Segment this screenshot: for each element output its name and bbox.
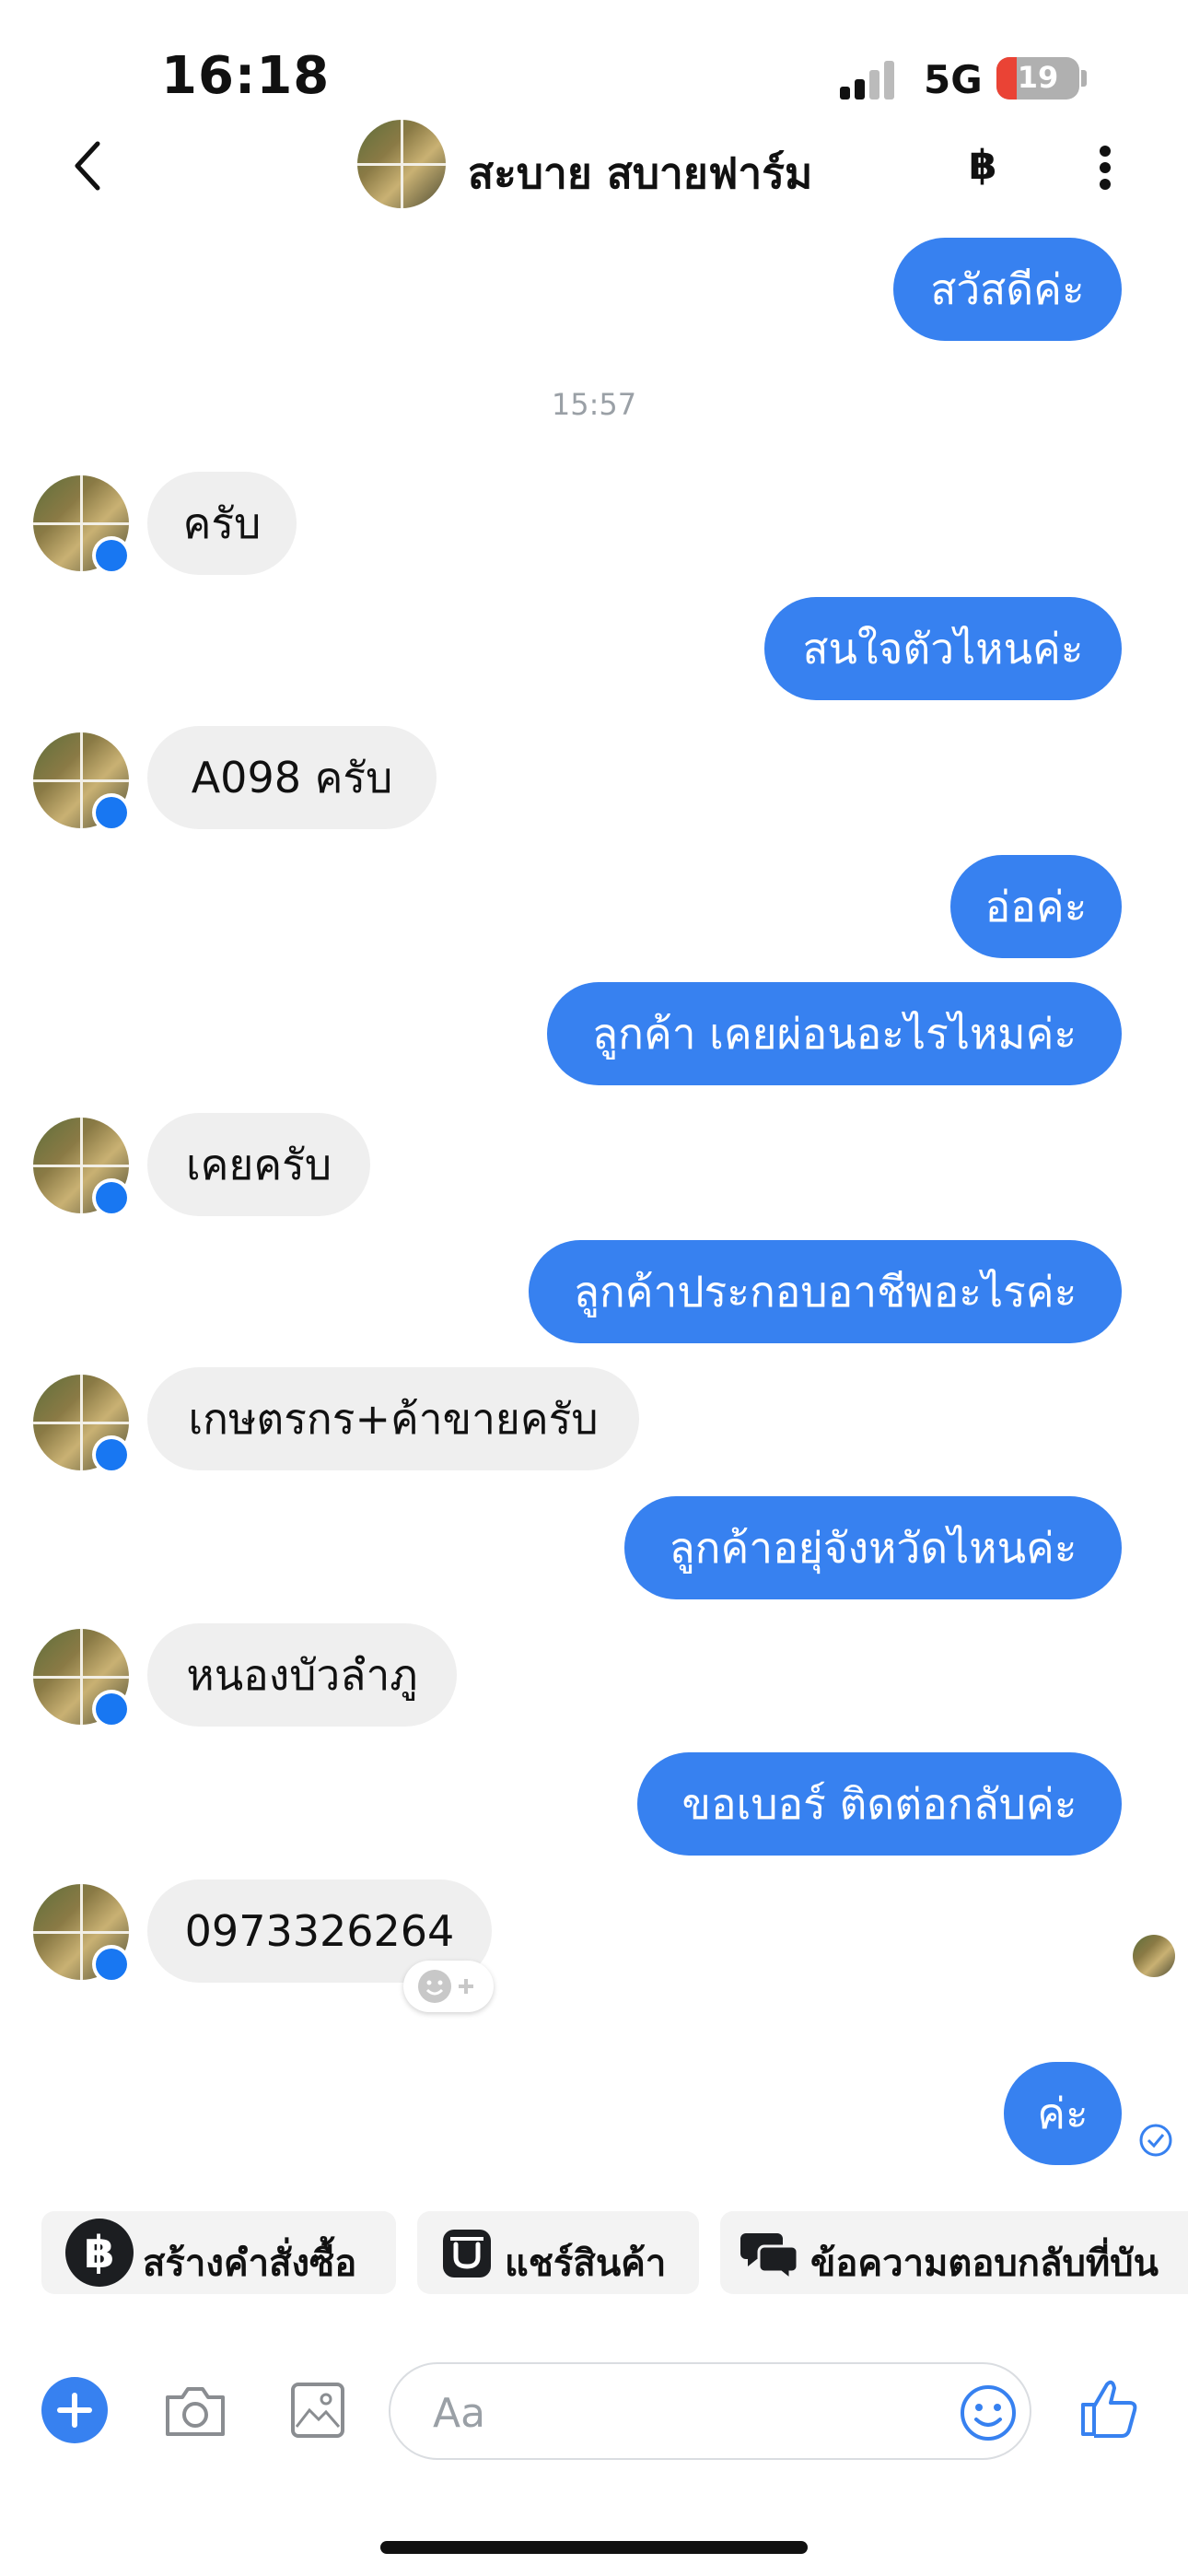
- timestamp: 15:57: [551, 387, 637, 422]
- message-placeholder: Aa: [433, 2390, 486, 2437]
- network-label: 5G: [924, 57, 983, 102]
- more-options-icon[interactable]: [1096, 140, 1114, 195]
- message-bubble-outgoing[interactable]: ลูกค้า เคยผ่อนอะไรไหมค่ะ: [547, 982, 1122, 1085]
- thumbs-up-icon[interactable]: [1076, 2373, 1144, 2441]
- plus-button[interactable]: [41, 2377, 108, 2443]
- share-product-label: แชร์สินค้า: [505, 2242, 667, 2285]
- message-bubble-incoming[interactable]: เคยครับ: [147, 1113, 370, 1216]
- message-bubble-incoming[interactable]: A098 ครับ: [147, 726, 437, 829]
- battery-cap: [1081, 70, 1087, 87]
- message-bubble-outgoing[interactable]: ค่ะ: [1004, 2062, 1122, 2165]
- create-order-label: สร้างคำสั่งซื้อ: [143, 2242, 357, 2285]
- saved-replies-label: ข้อความตอบกลับที่บัน: [810, 2242, 1159, 2285]
- seen-avatar: [1133, 1935, 1175, 1977]
- messenger-icon: [92, 1435, 131, 1474]
- saved-replies-icon: [740, 2233, 799, 2281]
- message-bubble-outgoing[interactable]: ขอเบอร์ ติดต่อกลับค่ะ: [637, 1752, 1122, 1856]
- create-order-chip[interactable]: ฿ สร้างคำสั่งซื้อ: [41, 2211, 396, 2294]
- back-arrow-icon[interactable]: [64, 136, 112, 195]
- plus-icon: [57, 2393, 92, 2428]
- message-bubble-incoming[interactable]: ครับ: [147, 472, 297, 575]
- sent-check-icon: [1139, 2124, 1172, 2157]
- shop-icon: [443, 2230, 491, 2277]
- message-bubble-outgoing[interactable]: อ่อค่ะ: [950, 855, 1122, 958]
- status-time: 16:18: [161, 46, 331, 106]
- gallery-icon[interactable]: [289, 2381, 346, 2440]
- message-bubble-incoming[interactable]: เกษตรกร+ค้าขายครับ: [147, 1367, 639, 1470]
- message-bubble-outgoing[interactable]: ลูกค้าประกอบอาชีพอะไรค่ะ: [529, 1240, 1122, 1343]
- message-bubble-outgoing[interactable]: สนใจตัวไหนค่ะ: [764, 597, 1122, 700]
- messenger-icon: [92, 1690, 131, 1728]
- baht-icon[interactable]: ฿: [969, 142, 997, 189]
- contact-name[interactable]: สะบาย สบายฟาร์ม: [468, 140, 812, 207]
- battery-level: 19: [1017, 60, 1059, 95]
- home-indicator[interactable]: [380, 2541, 808, 2554]
- messenger-icon: [92, 793, 131, 832]
- saved-replies-chip[interactable]: ข้อความตอบกลับที่บัน: [720, 2211, 1188, 2294]
- battery-icon: 19: [996, 57, 1079, 100]
- contact-avatar[interactable]: [357, 120, 446, 208]
- message-bubble-outgoing[interactable]: ลูกค้าอยุ่จังหวัดไหนค่ะ: [624, 1496, 1122, 1599]
- baht-icon: ฿: [65, 2219, 134, 2287]
- message-input[interactable]: Aa: [389, 2362, 1031, 2460]
- message-bubble-outgoing[interactable]: สวัสดีค่ะ: [893, 238, 1122, 341]
- message-bubble-incoming[interactable]: หนองบัวลำภู: [147, 1623, 457, 1727]
- share-product-chip[interactable]: แชร์สินค้า: [417, 2211, 699, 2294]
- signal-icon: [840, 61, 895, 100]
- messenger-icon: [92, 536, 131, 575]
- emoji-icon[interactable]: [958, 2383, 1019, 2443]
- camera-icon[interactable]: [162, 2381, 228, 2440]
- messenger-icon: [92, 1945, 131, 1984]
- add-reaction-icon: [418, 1970, 473, 2003]
- messenger-icon: [92, 1178, 131, 1217]
- add-reaction-button[interactable]: [403, 1961, 494, 2012]
